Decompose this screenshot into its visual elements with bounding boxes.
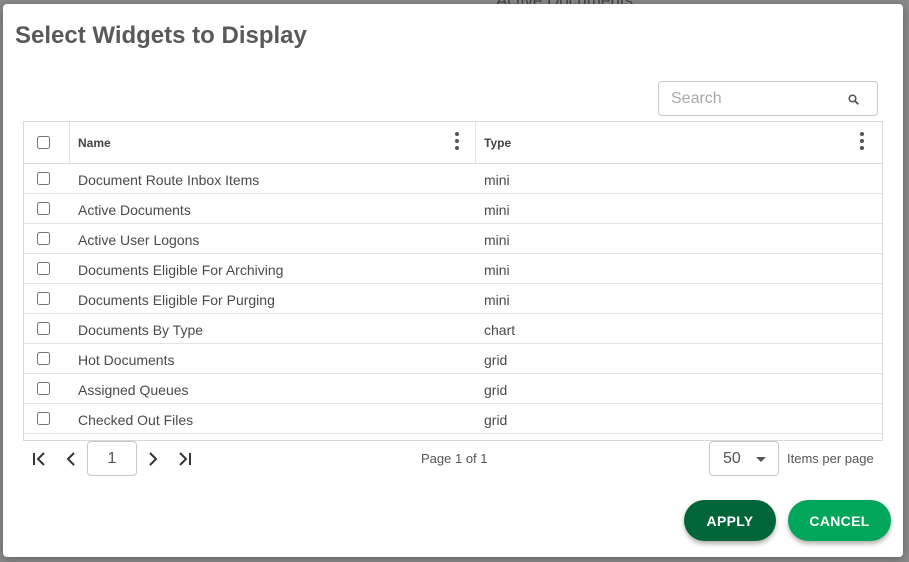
search-icon[interactable] [848,94,859,105]
row-checkbox[interactable] [37,322,50,335]
widget-name: Documents By Type [78,322,204,338]
widget-type: mini [484,262,510,278]
widget-name: Documents Eligible For Purging [78,292,275,308]
page-size-label: Items per page [787,451,874,466]
widget-name: Hot Documents [78,352,175,368]
row-checkbox[interactable] [37,352,50,365]
first-page-icon[interactable] [29,450,51,468]
column-type-label: Type [484,136,512,150]
select-all-checkbox[interactable] [37,136,50,149]
widget-name: Documents Eligible For Archiving [78,262,284,278]
widget-name: Checked Out Files [78,412,194,428]
widget-type: grid [484,382,508,398]
widget-name: Active User Logons [78,232,200,248]
row-checkbox[interactable] [37,412,50,425]
search-input[interactable] [669,82,839,115]
apply-button[interactable]: APPLY [684,500,776,541]
select-all-cell [24,122,70,163]
row-checkbox[interactable] [37,232,50,245]
page-number-input[interactable] [87,441,137,476]
select-widgets-dialog: Select Widgets to Display Name Type [3,4,903,557]
table-row[interactable]: Documents Eligible For Purging mini [24,284,882,314]
cancel-button[interactable]: CANCEL [788,500,891,541]
column-name-label: Name [78,136,111,150]
table-header: Name Type [24,122,882,164]
column-header-name[interactable]: Name [70,122,476,163]
widget-type: mini [484,172,510,188]
widget-type: mini [484,232,510,248]
table-row[interactable]: Active User Logons mini [24,224,882,254]
table-row[interactable]: Checked Out Files grid [24,404,882,434]
widget-type: mini [484,292,510,308]
table-row[interactable]: Active Documents mini [24,194,882,224]
previous-page-icon[interactable] [60,450,82,468]
last-page-icon[interactable] [173,450,195,468]
search-box [658,81,878,116]
widget-name: Active Documents [78,202,191,218]
column-header-type[interactable]: Type [476,122,882,163]
table-row[interactable]: Assigned Queues grid [24,374,882,404]
widget-type: mini [484,202,510,218]
row-checkbox[interactable] [37,382,50,395]
table-row[interactable]: Document Route Inbox Items mini [24,164,882,194]
chevron-down-icon [756,457,766,462]
type-column-menu-icon[interactable] [855,132,869,152]
widgets-table: Name Type Document Route Inbox Items min… [23,121,883,441]
table-row[interactable]: Hot Documents grid [24,344,882,374]
page-info: Page 1 of 1 [421,451,488,466]
name-column-menu-icon[interactable] [450,132,464,152]
widget-name: Assigned Queues [78,382,189,398]
row-checkbox[interactable] [37,202,50,215]
table-row[interactable]: Documents By Type chart [24,314,882,344]
widget-name: Document Route Inbox Items [78,172,260,188]
dialog-title: Select Widgets to Display [15,22,307,49]
next-page-icon[interactable] [142,450,164,468]
table-row[interactable]: Documents Eligible For Archiving mini [24,254,882,284]
page-size-select[interactable]: 50 [709,441,779,476]
row-checkbox[interactable] [37,292,50,305]
row-checkbox[interactable] [37,262,50,275]
page-size-value: 50 [723,450,741,467]
widget-type: grid [484,352,508,368]
widget-type: chart [484,322,516,338]
row-checkbox[interactable] [37,172,50,185]
widget-type: grid [484,412,508,428]
